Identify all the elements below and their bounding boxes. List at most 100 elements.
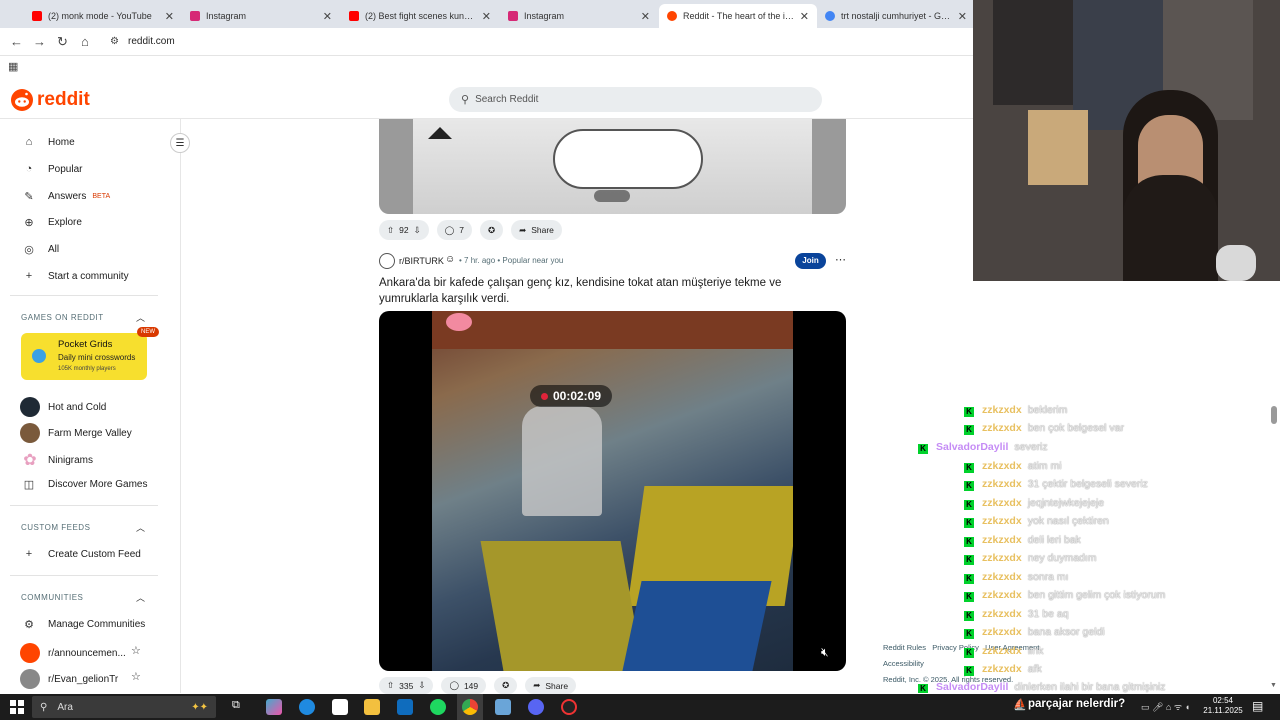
- chat-username: zzkzxdx: [982, 404, 1022, 416]
- close-icon[interactable]: ✕: [165, 10, 174, 23]
- create-custom-feed[interactable]: + Create Custom Feed: [22, 547, 141, 561]
- subreddit-avatar[interactable]: [379, 253, 395, 269]
- forward-icon[interactable]: →: [33, 34, 46, 49]
- chat-message: Kzzkzxdx bana aksor geldi: [964, 626, 1105, 639]
- close-icon[interactable]: ✕: [641, 10, 650, 23]
- spotify-icon[interactable]: [430, 699, 446, 715]
- post1-comments[interactable]: ◯ 7: [436, 220, 472, 240]
- collapse-sidebar-icon[interactable]: ☰: [170, 133, 190, 153]
- sidebar-item-start-community[interactable]: + Start a community: [22, 269, 129, 283]
- stream-chat: Kzzkzxdx beklerim Kzzkzxdx ben çok belgese…: [900, 402, 1260, 694]
- community-announcements[interactable]: r/announcemen...: [20, 643, 126, 663]
- chevron-up-icon[interactable]: ︿: [136, 311, 145, 324]
- apps-grid-icon[interactable]: ▦: [8, 60, 18, 73]
- site-info-icon[interactable]: ⚙: [110, 36, 119, 47]
- chrome-icon[interactable]: [462, 699, 478, 715]
- farm-merge-icon: [20, 423, 40, 443]
- poster-left: [993, 0, 1073, 105]
- app-settings-icon[interactable]: [495, 699, 511, 715]
- star-icon[interactable]: ☆: [131, 670, 141, 683]
- more-options-icon[interactable]: ⋯: [835, 253, 846, 266]
- post1-vote[interactable]: ⇧ 92 ⇩: [379, 220, 429, 240]
- task-view-icon[interactable]: ⧉: [232, 699, 248, 715]
- taskbar-time[interactable]: 02:54: [1203, 696, 1243, 705]
- upvote-icon[interactable]: ⇧: [387, 680, 394, 691]
- mute-icon[interactable]: 🔇︎: [821, 645, 829, 660]
- post2-subreddit[interactable]: r/BIRTURK: [399, 256, 444, 266]
- close-icon[interactable]: ✕: [323, 10, 332, 23]
- post2-video[interactable]: 00:02:09 🔇︎: [379, 311, 846, 671]
- address-bar: ← → ↻ ⌂ ⚙ reddit.com: [0, 28, 973, 56]
- tab-instagram-2[interactable]: Instagram ✕: [500, 4, 658, 28]
- url-field[interactable]: reddit.com: [128, 36, 175, 47]
- notification-icon[interactable]: ▤: [1252, 699, 1263, 713]
- star-icon[interactable]: ☆: [131, 644, 141, 657]
- communities-header[interactable]: COMMUNITIES: [21, 593, 83, 602]
- chat-text: severiz: [1014, 441, 1048, 453]
- tray-icons[interactable]: ▭ 🎤︎ ⌂ ᯤ ◖: [1141, 700, 1190, 713]
- tab-title: Instagram: [524, 11, 565, 21]
- downvote-icon[interactable]: ⇩: [418, 680, 425, 691]
- youtube-icon: [349, 11, 359, 21]
- tab-youtube-fight[interactable]: (2) Best fight scenes kungfu ch ✕: [341, 4, 499, 28]
- tab-title: (2) Best fight scenes kungfu ch: [365, 11, 478, 21]
- games-section-header[interactable]: GAMES ON REDDIT: [21, 313, 104, 322]
- sidebar-item-popular[interactable]: ◔ Popular: [22, 162, 83, 176]
- reload-icon[interactable]: ↻: [57, 34, 68, 50]
- close-icon[interactable]: ✕: [482, 10, 491, 23]
- discord-icon[interactable]: [528, 699, 544, 715]
- post1-award[interactable]: ✪: [479, 220, 504, 240]
- windows-start-icon[interactable]: [10, 700, 24, 714]
- copilot-icon[interactable]: [266, 699, 282, 715]
- chevron-up-icon[interactable]: ︿: [136, 521, 145, 534]
- carousel-dots[interactable]: [594, 190, 630, 202]
- tab-youtube-monk[interactable]: (2) monk mode - YouTube ✕: [24, 4, 182, 28]
- downvote-icon[interactable]: ⇩: [414, 225, 421, 236]
- scroll-down-icon[interactable]: ▼: [1270, 682, 1277, 689]
- chat-message: Kzzkzxdx ben çok belgesel var: [964, 422, 1124, 435]
- outlook-icon[interactable]: [397, 699, 413, 715]
- page-scrollbar-thumb[interactable]: [1271, 406, 1277, 424]
- tab-instagram-1[interactable]: Instagram ✕: [182, 4, 340, 28]
- tab-reddit[interactable]: Reddit - The heart of the intern ✕: [659, 4, 817, 28]
- post2-meta: • 7 hr. ago • Popular near you: [459, 256, 564, 265]
- back-icon[interactable]: ←: [10, 34, 23, 49]
- sidebar-discover-games[interactable]: ◫ Discover More Games: [22, 477, 148, 491]
- google-icon: [825, 11, 835, 21]
- sidebar-item-all[interactable]: ◎ All: [22, 242, 59, 256]
- file-explorer-icon[interactable]: [364, 699, 380, 715]
- close-icon[interactable]: ✕: [800, 10, 809, 23]
- post2-share[interactable]: ➦ Share: [525, 677, 577, 694]
- community-evan-gelion[interactable]: r/Evan_gelionTr: [20, 669, 118, 689]
- chevron-up-icon[interactable]: ︿: [136, 591, 145, 604]
- taskbar-search[interactable]: ⚲ Ara ✦✦: [32, 696, 216, 718]
- post2-award[interactable]: ✪: [494, 677, 518, 694]
- post2-comments[interactable]: ◯ 149: [441, 677, 487, 694]
- post2-vote[interactable]: ⇧ 335 ⇩: [379, 677, 434, 694]
- taskbar-date[interactable]: 21.11.2025: [1201, 706, 1245, 715]
- instagram-icon: [190, 11, 200, 21]
- obs-icon[interactable]: [561, 699, 577, 715]
- sidebar-game-farm-merge[interactable]: Farm Merge Valley: [20, 423, 132, 443]
- custom-feeds-header[interactable]: CUSTOM FEEDS: [21, 523, 90, 532]
- store-icon[interactable]: [332, 699, 348, 715]
- tab-google[interactable]: trt nostalji cumhuriyet - Google ✕: [817, 4, 975, 28]
- sidebar-item-explore[interactable]: ⊕ Explore: [22, 215, 82, 229]
- sidebar-game-hot-and-cold[interactable]: Hot and Cold: [20, 397, 106, 417]
- manage-communities[interactable]: ⚙ Manage Communities: [22, 617, 145, 631]
- sidebar-game-ninigrams[interactable]: ✿ Ninigrams: [22, 450, 93, 470]
- close-icon[interactable]: ✕: [958, 10, 967, 23]
- sidebar-item-home[interactable]: ⌂ Home: [22, 135, 75, 149]
- featured-game-card[interactable]: Pocket Grids Daily mini crosswords 105K …: [21, 333, 147, 380]
- upvote-icon[interactable]: ⇧: [387, 225, 394, 236]
- reddit-logo[interactable]: reddit: [11, 89, 90, 111]
- edge-icon[interactable]: [299, 699, 315, 715]
- post1-share[interactable]: ➦ Share: [511, 220, 562, 240]
- search-input[interactable]: ⚲ Search Reddit: [449, 87, 822, 112]
- join-button[interactable]: Join: [795, 253, 826, 269]
- home-icon[interactable]: ⌂: [81, 34, 89, 49]
- post2-title[interactable]: Ankara'da bir kafede çalışan genç kız, k…: [379, 275, 819, 307]
- sidebar-item-label: Start a community: [48, 270, 129, 282]
- sidebar-item-answers[interactable]: ✎ Answers BETA: [22, 189, 110, 203]
- post1-image-carousel[interactable]: [379, 119, 846, 214]
